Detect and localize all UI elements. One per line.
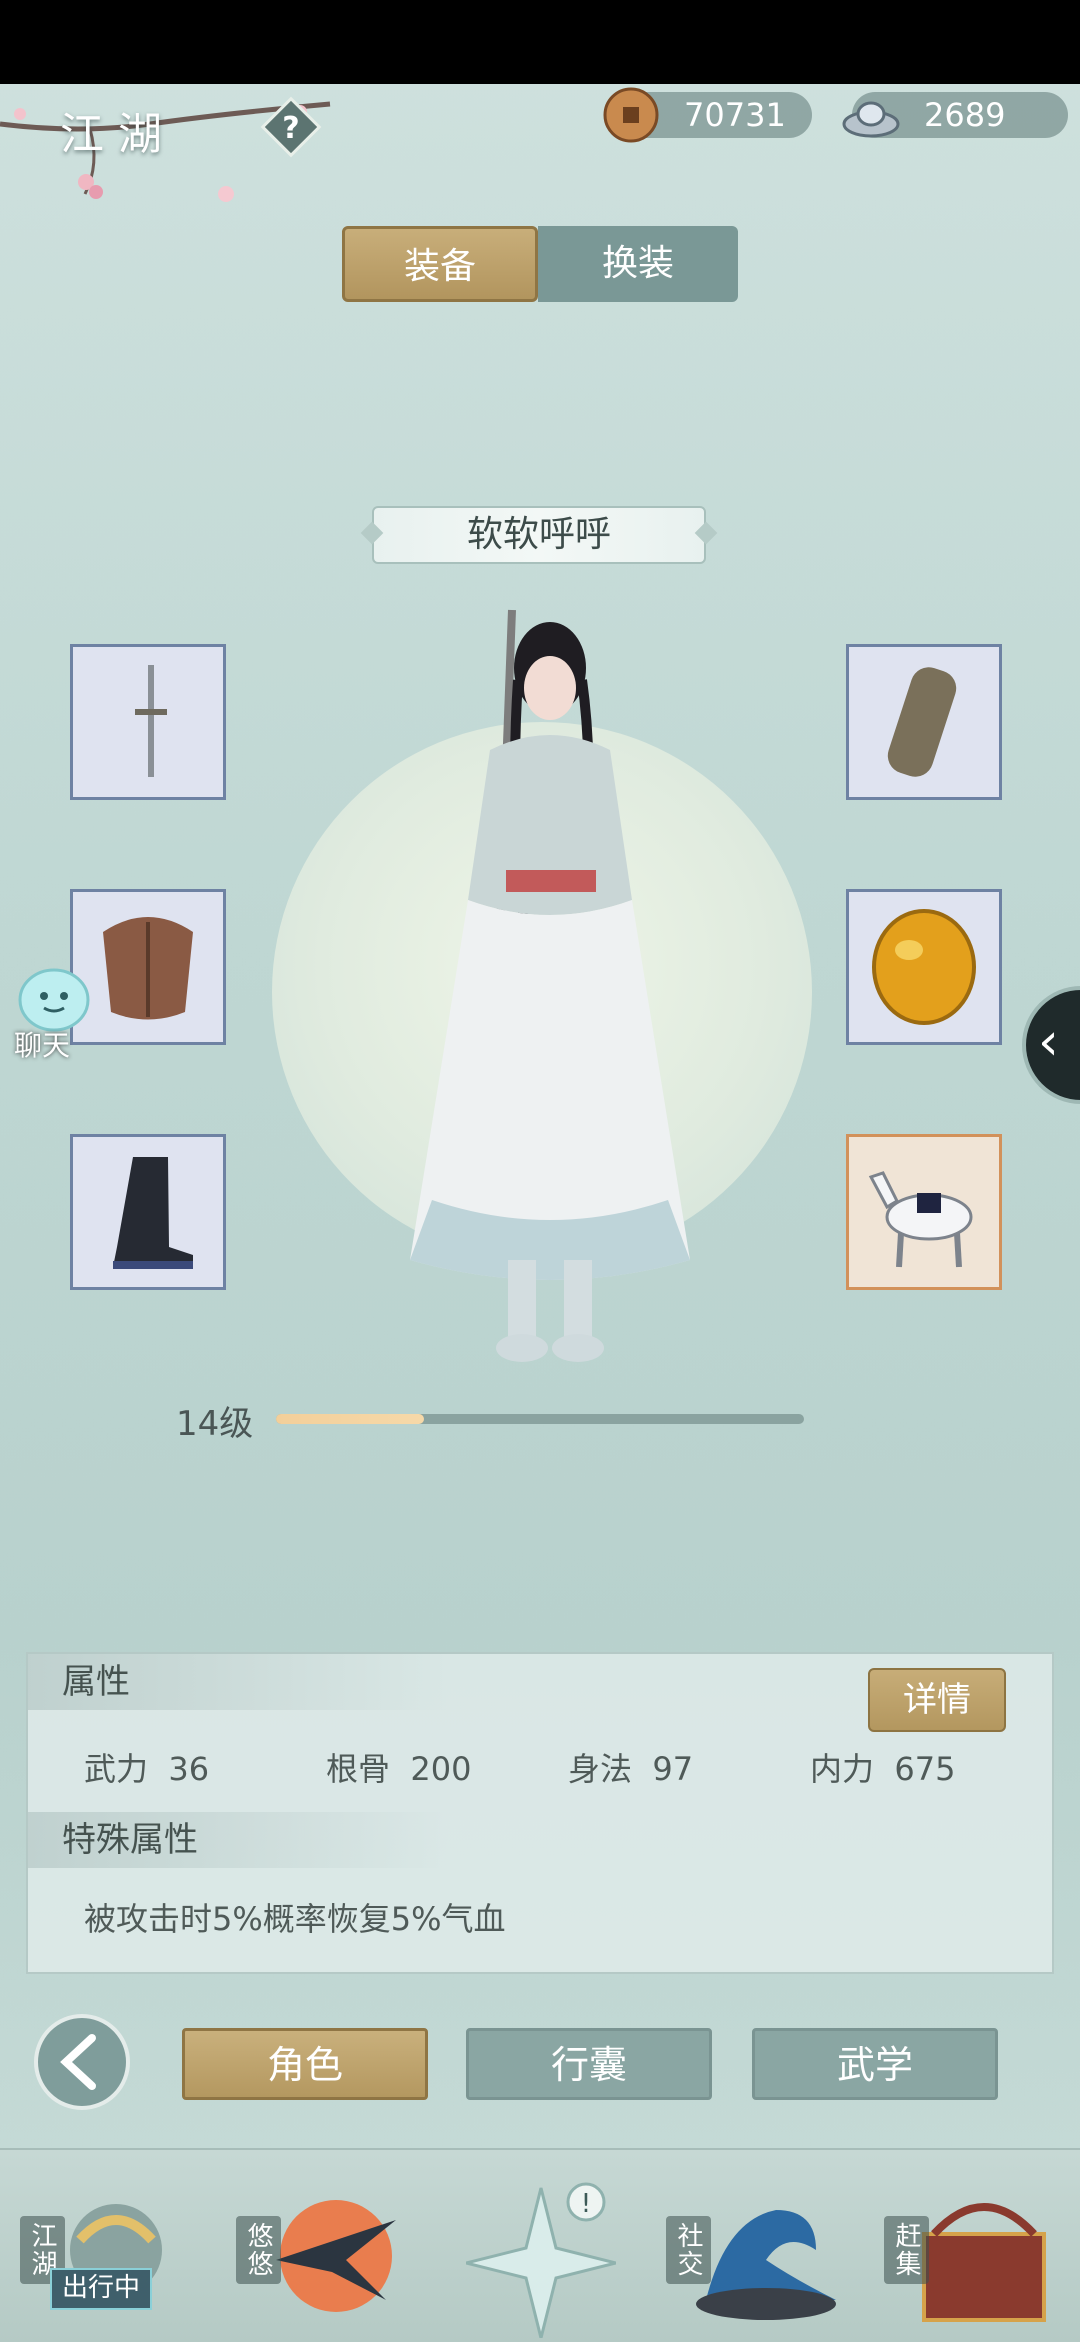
stat-might: 武力 36 [84,1744,209,1790]
character-name: 软软呼呼 [372,506,706,564]
slot-boots[interactable] [70,1134,226,1290]
dock-social[interactable]: 社交 [666,2180,846,2330]
details-button[interactable]: 详情 [868,1668,1006,1732]
dock-center-star[interactable]: ! [465,2168,617,2339]
tab-inventory[interactable]: 行囊 [466,2028,712,2100]
special-attribute-text: 被攻击时5%概率恢复5%气血 [84,1900,506,1938]
copper-balance[interactable]: 70731 [603,87,812,143]
attributes-heading: 属性 [28,1654,448,1710]
slot-bracer[interactable] [846,644,1002,800]
level-progress-fill [276,1414,424,1424]
status-bar [0,0,1080,84]
special-attributes-heading: 特殊属性 [28,1812,448,1868]
page-title: 江湖 [60,109,176,160]
dock-label: 悠悠 [236,2216,281,2284]
tab-outfit[interactable]: 换装 [538,226,738,302]
tab-equipment[interactable]: 装备 [342,226,538,302]
stat-constitution: 根骨 200 [326,1744,471,1790]
dock-market[interactable]: 赶集 [884,2180,1064,2330]
tab-martial-arts[interactable]: 武学 [752,2028,998,2100]
stat-value: 97 [652,1750,694,1788]
chat-label[interactable]: 聊天 [14,1024,70,1064]
compass-star-icon: ! [465,2182,617,2339]
attributes-panel: 属性 详情 武力 36 根骨 200 身法 97 内力 675 特殊属性 被攻击… [26,1652,1054,1974]
slot-weapon[interactable] [70,644,226,800]
slot-mount[interactable] [846,1134,1002,1290]
horse-icon [868,1171,973,1268]
question-diamond-icon[interactable]: ? [258,94,324,160]
level-progress-bar [276,1414,804,1424]
silver-amount: 2689 [924,96,1006,134]
armor-icon [103,917,193,1020]
svg-text:?: ? [282,111,299,146]
copper-amount: 70731 [684,96,786,134]
bracer-icon [887,667,957,777]
stat-label: 身法 [568,1750,633,1788]
equip-mode-toggle: 装备 换装 [342,226,738,302]
stat-value: 36 [168,1750,210,1788]
stat-label: 内力 [810,1750,875,1788]
silver-ingot-icon [842,101,900,138]
tab-character[interactable]: 角色 [182,2028,428,2100]
chevron-left-icon: ‹ [1038,1012,1059,1072]
outing-status-badge: 出行中 [50,2268,153,2310]
notice-badge: ! [581,2189,591,2219]
slot-accessory[interactable] [846,889,1002,1045]
silver-balance[interactable]: 2689 [842,92,1068,138]
copper-coin-icon [603,87,659,143]
stat-label: 根骨 [326,1750,391,1788]
stat-value: 200 [410,1750,472,1788]
stat-inner-power: 内力 675 [810,1744,955,1790]
dock-youyou[interactable]: 悠悠 [236,2180,406,2330]
back-button[interactable] [32,2012,132,2112]
stat-label: 武力 [84,1750,149,1788]
character-model[interactable] [400,600,700,1380]
stat-agility: 身法 97 [568,1744,693,1790]
side-panel-toggle[interactable]: ‹ [1022,986,1080,1104]
sword-icon [135,665,167,777]
boots-icon [113,1157,193,1269]
dock-label: 社交 [666,2216,711,2284]
stat-value: 675 [894,1750,956,1788]
amber-gem-icon [872,909,976,1025]
level-label: 14级 [176,1404,254,1444]
dock-label: 赶集 [884,2216,929,2284]
